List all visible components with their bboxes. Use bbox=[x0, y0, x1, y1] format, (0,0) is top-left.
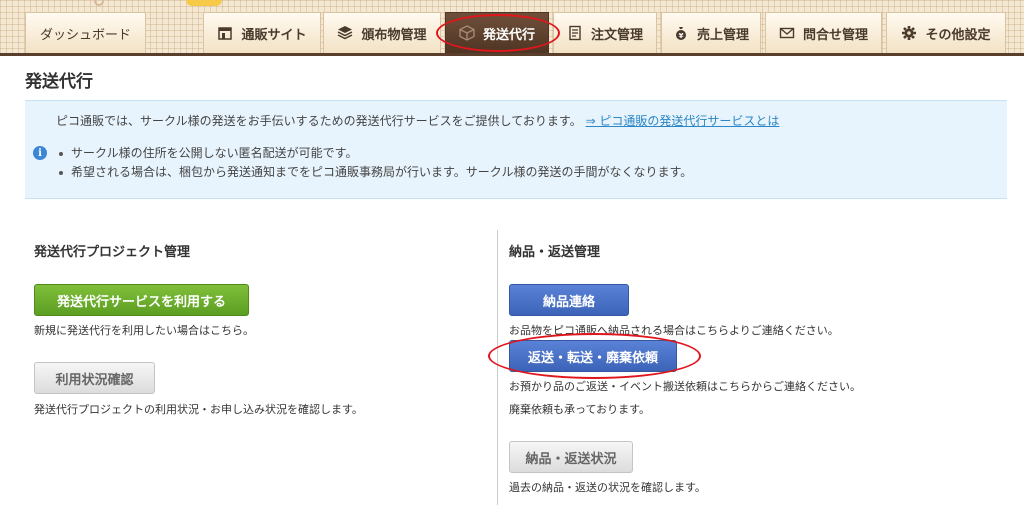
tab-orders[interactable]: 注文管理 bbox=[553, 12, 657, 53]
disposal-description: 廃棄依頼も承っております。 bbox=[509, 403, 651, 416]
gear-icon bbox=[901, 25, 917, 41]
delivery-return-status-button[interactable]: 納品・返送状況 bbox=[509, 441, 633, 473]
money-bag-icon: ¥ bbox=[673, 25, 689, 41]
info-box: ピコ通販では、サークル様の発送をお手伝いするための発送代行サービスをご提供してお… bbox=[25, 100, 1007, 199]
section-divider bbox=[497, 230, 498, 505]
project-management-heading: 発送代行プロジェクト管理 bbox=[34, 245, 191, 260]
tab-shipping-agency[interactable]: 発送代行 bbox=[445, 12, 549, 53]
tab-label: 注文管理 bbox=[590, 27, 643, 43]
tab-items[interactable]: 頒布物管理 bbox=[323, 12, 441, 53]
tab-label: 発送代行 bbox=[482, 27, 535, 43]
top-navigation: ダッシュボード 通販サイト 頒布物管理 発送代行 注文管理 ¥ 売上管理 問合せ… bbox=[0, 0, 1024, 56]
document-icon bbox=[567, 25, 583, 41]
info-intro: ピコ通販では、サークル様の発送をお手伝いするための発送代行サービスをご提供してお… bbox=[56, 112, 779, 129]
use-service-button[interactable]: 発送代行サービスを利用する bbox=[34, 284, 249, 316]
tab-inquiries[interactable]: 問合せ管理 bbox=[765, 12, 882, 53]
delivery-notice-description: お品物をピコ通販へ納品される場合はこちらよりご連絡ください。 bbox=[509, 324, 839, 337]
delivery-notice-button[interactable]: 納品連絡 bbox=[509, 284, 629, 316]
tab-label: 頒布物管理 bbox=[361, 27, 427, 43]
delivery-return-status-description: 過去の納品・返送の状況を確認します。 bbox=[509, 481, 706, 494]
envelope-icon bbox=[779, 25, 795, 41]
svg-text:¥: ¥ bbox=[679, 32, 684, 40]
page-title: 発送代行 bbox=[25, 72, 93, 92]
tab-label: ダッシュボード bbox=[39, 27, 131, 43]
tab-label: 問合せ管理 bbox=[802, 27, 868, 43]
tab-dashboard[interactable]: ダッシュボード bbox=[25, 12, 146, 53]
tab-other-settings[interactable]: その他設定 bbox=[886, 12, 1006, 53]
return-transfer-disposal-button[interactable]: 返送・転送・廃棄依頼 bbox=[509, 340, 677, 372]
package-icon bbox=[459, 25, 475, 41]
service-info-link[interactable]: ⇒ ピコ通販の発送代行サービスとは bbox=[586, 114, 780, 128]
info-icon: i bbox=[33, 146, 47, 160]
decorative-ribbon bbox=[186, 0, 222, 6]
list-item: 希望される場合は、梱包から発送通知までをピコ通販事務局が行います。サークル様の発… bbox=[57, 163, 692, 182]
decorative-ribbon bbox=[94, 0, 104, 6]
use-service-description: 新規に発送代行を利用したい場合はこちら。 bbox=[34, 324, 254, 337]
usage-status-button[interactable]: 利用状況確認 bbox=[34, 362, 155, 394]
delivery-return-heading: 納品・返送管理 bbox=[509, 245, 601, 260]
usage-status-description: 発送代行プロジェクトの利用状況・お申し込み状況を確認します。 bbox=[34, 403, 363, 416]
tab-label: その他設定 bbox=[925, 27, 991, 43]
boxes-icon bbox=[337, 25, 353, 41]
list-item: サークル様の住所を公開しない匿名配送が可能です。 bbox=[57, 144, 692, 163]
return-request-description: お預かり品のご返送・イベント搬送依頼はこちらからご連絡ください。 bbox=[509, 380, 861, 393]
info-intro-text: ピコ通販では、サークル様の発送をお手伝いするための発送代行サービスをご提供してお… bbox=[56, 114, 582, 128]
tab-sales[interactable]: ¥ 売上管理 bbox=[661, 12, 761, 53]
storefront-icon bbox=[217, 25, 233, 41]
info-bullet-list: サークル様の住所を公開しない匿名配送が可能です。 希望される場合は、梱包から発送… bbox=[57, 144, 692, 182]
tab-shop-site[interactable]: 通販サイト bbox=[203, 12, 321, 53]
tab-label: 通販サイト bbox=[241, 27, 307, 43]
tab-label: 売上管理 bbox=[696, 27, 749, 43]
